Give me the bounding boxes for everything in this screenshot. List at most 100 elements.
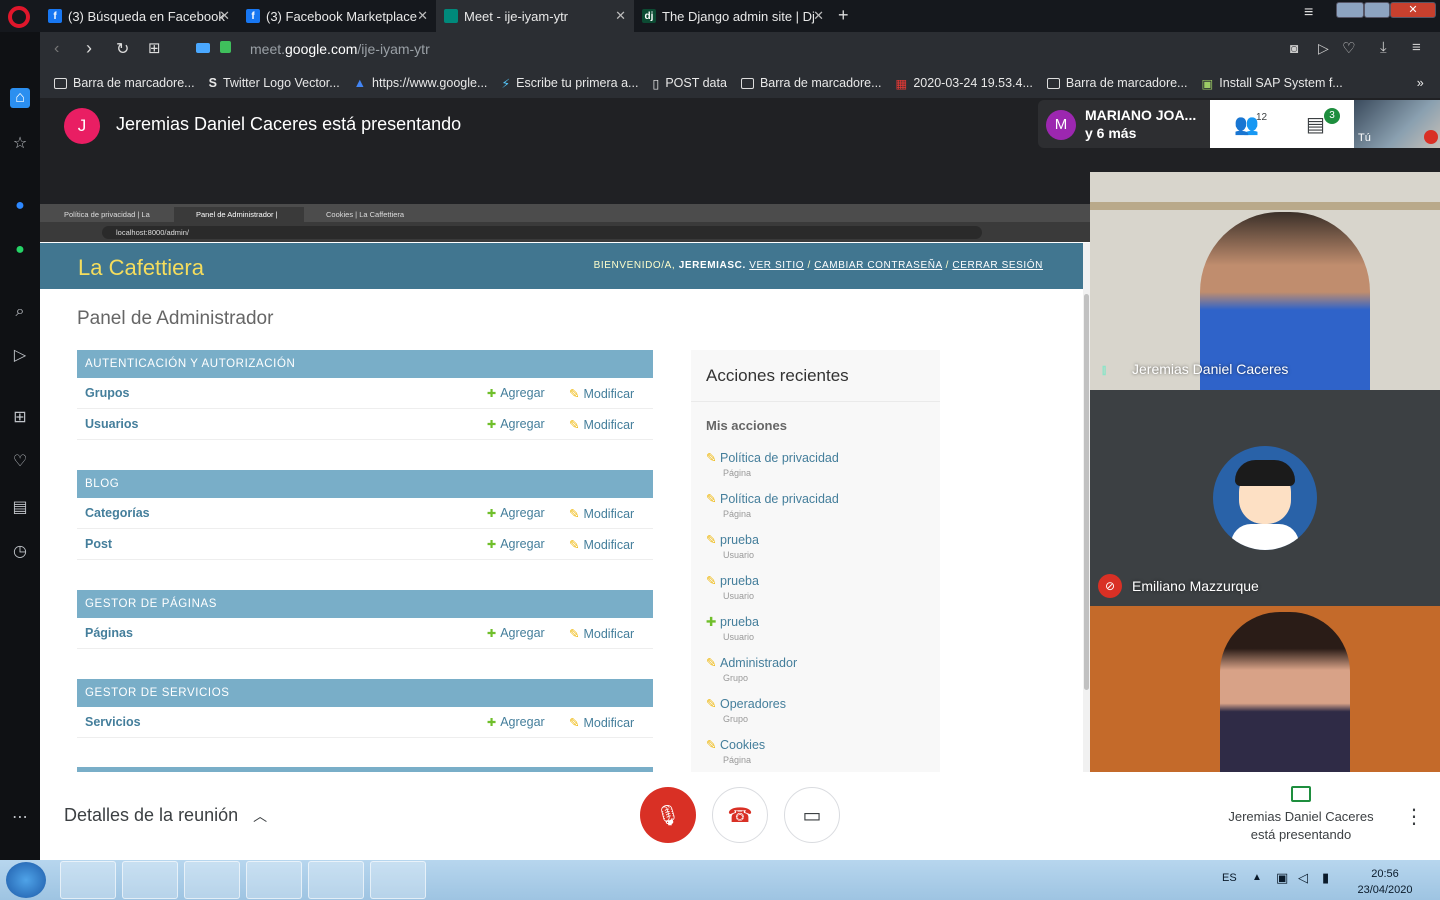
more-icon[interactable]: ⋯ <box>10 808 30 828</box>
facebook-icon: f <box>48 9 62 23</box>
participant-video-tile[interactable] <box>1090 606 1440 772</box>
system-clock[interactable]: 20:56 23/04/2020 <box>1344 866 1426 898</box>
app-module: AUTENTICACIÓN Y AUTORIZACIÓN Grupos Agreg… <box>77 350 653 440</box>
url-field[interactable]: meet.google.com/ije-iyam-ytr <box>250 41 430 57</box>
back-icon[interactable]: ‹ <box>54 40 59 58</box>
reload-icon[interactable]: ↻ <box>116 39 129 59</box>
bookmark[interactable]: ▦ 2020-03-24 19.53.4... <box>896 76 1033 91</box>
bookmark[interactable]: ▲ https://www.google... <box>354 76 488 90</box>
star-icon[interactable]: ☆ <box>10 134 30 154</box>
change-link: Modificar <box>569 715 634 730</box>
file-explorer-taskbar-button[interactable] <box>60 861 116 899</box>
bookmark[interactable]: ⚡ Escribe tu primera a... <box>501 76 638 91</box>
tab-menu-icon[interactable]: ≡ <box>1304 4 1313 22</box>
pencil-icon: ✎ <box>706 451 717 465</box>
flutter-icon: ⚡ <box>501 76 511 91</box>
participant-video-tile[interactable]: ⫾ Jeremias Daniel Caceres <box>1090 172 1440 390</box>
bookmark[interactable]: S Twitter Logo Vector... <box>209 76 340 90</box>
grid-icon[interactable]: ⊞ <box>10 408 30 428</box>
browser-tab[interactable]: f (3) Facebook Marketplace ✕ <box>238 0 436 32</box>
shared-tab: Política de privacidad | La <box>64 210 150 219</box>
participant-avatar-tile[interactable]: ⊘ Emiliano Mazzurque <box>1090 390 1440 606</box>
bookmark-folder[interactable]: Barra de marcadore... <box>1046 76 1188 90</box>
chrome-taskbar-button[interactable] <box>122 861 178 899</box>
terminal-taskbar-button[interactable] <box>370 861 426 899</box>
heart-icon[interactable]: ♡ <box>1342 39 1355 57</box>
bookmark[interactable]: ▣ Install SAP System f... <box>1201 76 1342 91</box>
presenter-avatar: J <box>64 108 100 144</box>
phone-end-icon: ☎ <box>727 804 753 827</box>
presenting-status[interactable]: Jeremias Daniel Caceres está presentando <box>1220 786 1382 844</box>
browser-tab[interactable]: dj The Django admin site | Dj ✕ <box>634 0 832 32</box>
browser-tab-active[interactable]: Meet - ije-iyam-ytr ✕ <box>436 0 634 32</box>
heart-icon[interactable]: ♡ <box>10 452 30 472</box>
close-tab-icon[interactable]: ✕ <box>417 8 428 24</box>
search-icon[interactable]: ⌕ <box>10 302 30 322</box>
download-icon[interactable]: ⤓ <box>1380 39 1387 56</box>
close-tab-icon[interactable]: ✕ <box>615 8 626 24</box>
send-icon[interactable]: ▷ <box>1318 40 1329 57</box>
action-type: Usuario <box>723 550 755 560</box>
browser-tab[interactable]: f (3) Búsqueda en Facebook ✕ <box>40 0 238 32</box>
send-icon[interactable]: ▷ <box>10 346 30 366</box>
hang-up-button[interactable]: ☎ <box>712 787 768 843</box>
self-video-thumbnail[interactable]: Tú <box>1354 100 1440 148</box>
close-tab-icon[interactable]: ✕ <box>813 8 824 24</box>
page-title: Panel de Administrador <box>77 308 274 329</box>
minimize-icon[interactable] <box>1336 2 1364 18</box>
news-icon[interactable]: ▤ <box>10 498 30 518</box>
home-icon[interactable]: ⌂ <box>10 88 30 108</box>
more-options-icon[interactable]: ⋮ <box>1404 804 1424 829</box>
change-link: Modificar <box>569 626 634 641</box>
messenger-icon[interactable]: ● <box>10 196 30 216</box>
easy-setup-icon[interactable]: ≡ <box>1412 39 1421 56</box>
tab-label: Meet - ije-iyam-ytr <box>464 8 569 24</box>
vscode-taskbar-button[interactable] <box>308 861 364 899</box>
bookmark-folder[interactable]: Barra de marcadore... <box>54 76 195 90</box>
chat-icon[interactable]: ▤ <box>1306 112 1325 137</box>
bookmark-folder[interactable]: Barra de marcadore... <box>740 76 882 90</box>
bookmark-label: Barra de marcadore... <box>1065 76 1188 90</box>
model-row: Usuarios Agregar Modificar <box>77 409 653 440</box>
volume-icon[interactable]: ◁ <box>1298 870 1308 886</box>
add-link: Agregar <box>487 386 544 400</box>
clock-icon[interactable]: ◷ <box>10 542 30 562</box>
muted-icon <box>1424 130 1438 144</box>
notes-taskbar-button[interactable] <box>246 861 302 899</box>
camera-toggle-button[interactable]: ▭ <box>784 787 840 843</box>
start-button[interactable] <box>6 862 46 898</box>
new-tab-icon[interactable]: + <box>838 5 849 26</box>
pencil-icon: ✎ <box>706 492 717 506</box>
recent-action-item: ✎ prueba Usuario <box>706 532 759 560</box>
pencil-icon: ✎ <box>706 533 717 547</box>
network-icon[interactable]: ▣ <box>1276 870 1288 886</box>
signal-icon[interactable]: ▮ <box>1322 870 1329 886</box>
present-screen-icon <box>1291 786 1311 802</box>
snapshot-icon[interactable]: ◙ <box>1290 40 1298 56</box>
opera-logo-icon[interactable] <box>8 6 30 28</box>
meeting-details-button[interactable]: Detalles de la reunión ︿ <box>64 805 267 826</box>
forward-icon[interactable]: › <box>86 38 92 59</box>
recent-action-item: ✎ Operadores Grupo <box>706 696 786 724</box>
mic-toggle-button[interactable]: 🎙 <box>640 787 696 843</box>
change-link: Modificar <box>569 386 634 401</box>
opera-taskbar-button[interactable] <box>184 861 240 899</box>
lock-icon[interactable] <box>220 41 231 53</box>
add-link: Agregar <box>487 506 544 520</box>
language-indicator[interactable]: ES <box>1222 872 1237 884</box>
action-name: Cookies <box>720 738 766 752</box>
app-module: GESTOR DE SERVICIOS Servicios Agregar Modi… <box>77 679 653 738</box>
whatsapp-icon[interactable]: ● <box>10 240 30 260</box>
add-link: Agregar <box>487 715 544 729</box>
model-row: Categorías Agregar Modificar <box>77 498 653 529</box>
maximize-icon[interactable] <box>1364 2 1390 18</box>
more-bookmarks-icon[interactable]: » <box>1417 76 1424 90</box>
model-link: Grupos <box>85 386 130 400</box>
tabs-grid-icon[interactable]: ⊞ <box>148 39 161 57</box>
close-window-icon[interactable]: ✕ <box>1390 2 1436 18</box>
camera-active-icon[interactable] <box>196 43 210 53</box>
google-ads-icon: ▲ <box>353 76 367 90</box>
bookmark[interactable]: ▯ POST data <box>652 76 727 91</box>
tray-up-icon[interactable]: ▲ <box>1252 872 1262 883</box>
close-tab-icon[interactable]: ✕ <box>219 8 230 24</box>
